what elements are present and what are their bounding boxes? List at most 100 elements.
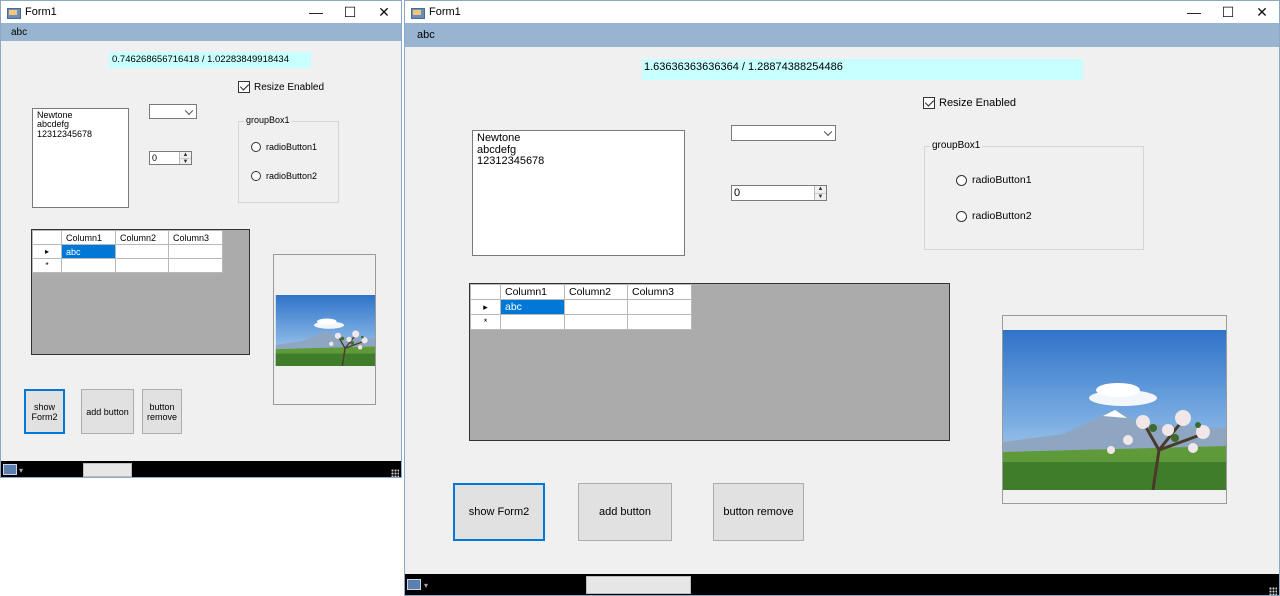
grid-cell[interactable] xyxy=(500,314,565,330)
column-header[interactable]: Column2 xyxy=(115,230,169,245)
remove-button[interactable]: button remove xyxy=(142,389,182,434)
form-icon xyxy=(411,7,425,19)
add-button-label: add button xyxy=(599,506,651,518)
spin-buttons[interactable]: ▲ ▼ xyxy=(814,186,826,200)
radio-circle-icon xyxy=(956,174,967,186)
data-grid-view[interactable]: Column1 Column2 Column3 ▸ abc * xyxy=(31,229,250,355)
current-row-icon[interactable]: ▸ xyxy=(470,299,501,315)
menu-item-abc[interactable]: abc xyxy=(1,27,27,38)
table-row[interactable]: ▸ abc xyxy=(470,299,692,315)
grid-cell[interactable] xyxy=(564,314,628,330)
spin-buttons[interactable]: ▲ ▼ xyxy=(179,152,191,165)
large-title-bar[interactable]: Form1 — ☐ ✕ xyxy=(405,1,1279,23)
resize-grip-icon[interactable] xyxy=(391,469,399,477)
maximize-icon[interactable]: ☐ xyxy=(333,1,367,23)
chevron-down-icon[interactable] xyxy=(823,127,833,137)
close-icon[interactable]: ✕ xyxy=(1245,1,1279,23)
resize-enabled-checkbox[interactable]: Resize Enabled xyxy=(923,97,1016,109)
dropdown-arrow-icon[interactable]: ▾ xyxy=(424,581,428,590)
listbox[interactable]: Newtone abcdefg 12312345678 xyxy=(32,108,129,208)
close-icon[interactable]: ✕ xyxy=(367,1,401,23)
grid-cell[interactable] xyxy=(627,314,692,330)
show-form2-button[interactable]: show Form2 xyxy=(453,483,545,541)
radio-label: radioButton2 xyxy=(972,210,1032,222)
grid-cell[interactable] xyxy=(115,258,169,273)
radio-label: radioButton1 xyxy=(972,174,1032,186)
combobox[interactable] xyxy=(149,104,197,119)
radio-button-1[interactable]: radioButton1 xyxy=(956,174,1032,186)
radio-button-1[interactable]: radioButton1 xyxy=(251,142,317,152)
list-item[interactable]: 12312345678 xyxy=(37,129,124,139)
image-icon[interactable] xyxy=(3,464,17,475)
grid-cell[interactable] xyxy=(61,258,116,273)
picture-box xyxy=(273,254,376,405)
large-menu-bar: abc xyxy=(405,23,1279,47)
dropdown-arrow-icon[interactable]: ▾ xyxy=(19,466,23,475)
spin-up-icon[interactable]: ▲ xyxy=(180,152,191,159)
grid-cell[interactable] xyxy=(627,299,692,315)
show-form2-label: show Form2 xyxy=(31,401,58,422)
column-header[interactable]: Column1 xyxy=(500,284,565,300)
radio-button-2[interactable]: radioButton2 xyxy=(956,210,1032,222)
minimize-icon[interactable]: — xyxy=(1177,1,1211,23)
groupbox-title: groupBox1 xyxy=(930,140,983,151)
grid-cell[interactable] xyxy=(168,244,223,259)
table-row[interactable]: * xyxy=(470,314,692,330)
small-form-window: Form1 — ☐ ✕ abc 0.746268656716418 / 1.02… xyxy=(0,0,402,478)
maximize-icon[interactable]: ☐ xyxy=(1211,1,1245,23)
grid-cell[interactable] xyxy=(168,258,223,273)
spin-up-icon[interactable]: ▲ xyxy=(815,186,826,194)
remove-button[interactable]: button remove xyxy=(713,483,804,541)
groupbox-title: groupBox1 xyxy=(244,115,292,125)
numeric-updown[interactable]: 0 ▲ ▼ xyxy=(149,151,192,165)
grid-corner-header xyxy=(32,230,62,245)
show-form2-button[interactable]: show Form2 xyxy=(24,389,65,434)
remove-button-label: button remove xyxy=(146,401,177,422)
new-row-icon[interactable]: * xyxy=(470,314,501,330)
image-icon[interactable] xyxy=(407,579,421,590)
grid-cell[interactable] xyxy=(564,299,628,315)
list-item[interactable]: 12312345678 xyxy=(477,156,680,168)
radio-circle-icon xyxy=(956,210,967,222)
minimize-icon[interactable]: — xyxy=(299,1,333,23)
data-grid-view[interactable]: Column1 Column2 Column3 ▸ abc * xyxy=(469,283,950,441)
grid-cell[interactable]: abc xyxy=(500,299,565,315)
grid-cell[interactable]: abc xyxy=(61,244,116,259)
add-button[interactable]: add button xyxy=(81,389,134,434)
column-header[interactable]: Column3 xyxy=(168,230,223,245)
resize-grip-icon[interactable] xyxy=(1269,587,1277,595)
table-row[interactable]: * xyxy=(32,258,223,273)
list-item[interactable]: Newtone xyxy=(477,132,680,145)
column-header[interactable]: Column1 xyxy=(61,230,116,245)
small-status-bar: ▾ xyxy=(1,461,401,477)
spin-down-icon[interactable]: ▼ xyxy=(815,194,826,201)
numeric-updown[interactable]: 0 ▲ ▼ xyxy=(731,185,827,201)
radio-button-2[interactable]: radioButton2 xyxy=(251,171,317,181)
remove-button-label: button remove xyxy=(723,506,794,518)
radio-label: radioButton2 xyxy=(266,171,318,181)
large-window-title: Form1 xyxy=(429,6,461,18)
column-header[interactable]: Column3 xyxy=(627,284,692,300)
combobox[interactable] xyxy=(731,125,836,141)
spin-down-icon[interactable]: ▼ xyxy=(180,159,191,165)
show-form2-label: show Form2 xyxy=(468,506,530,518)
add-button[interactable]: add button xyxy=(578,483,672,541)
small-window-title: Form1 xyxy=(25,6,57,18)
checkbox-check-icon xyxy=(238,81,250,93)
grid-corner-header xyxy=(470,284,501,300)
small-title-bar[interactable]: Form1 — ☐ ✕ xyxy=(1,1,401,23)
chevron-down-icon[interactable] xyxy=(184,106,194,115)
numeric-value[interactable]: 0 xyxy=(152,153,157,163)
column-header[interactable]: Column2 xyxy=(564,284,628,300)
new-row-icon[interactable]: * xyxy=(32,258,62,273)
grid-cell[interactable] xyxy=(115,244,169,259)
listbox[interactable]: Newtone abcdefg 12312345678 xyxy=(472,130,685,256)
numeric-value[interactable]: 0 xyxy=(734,187,740,199)
resize-enabled-checkbox[interactable]: Resize Enabled xyxy=(238,81,324,93)
checkbox-check-icon xyxy=(923,97,935,109)
status-progress-bar xyxy=(586,576,691,594)
table-row[interactable]: ▸ abc xyxy=(32,244,223,259)
landscape-photo xyxy=(275,295,375,366)
current-row-icon[interactable]: ▸ xyxy=(32,244,62,259)
menu-item-abc[interactable]: abc xyxy=(405,29,435,41)
